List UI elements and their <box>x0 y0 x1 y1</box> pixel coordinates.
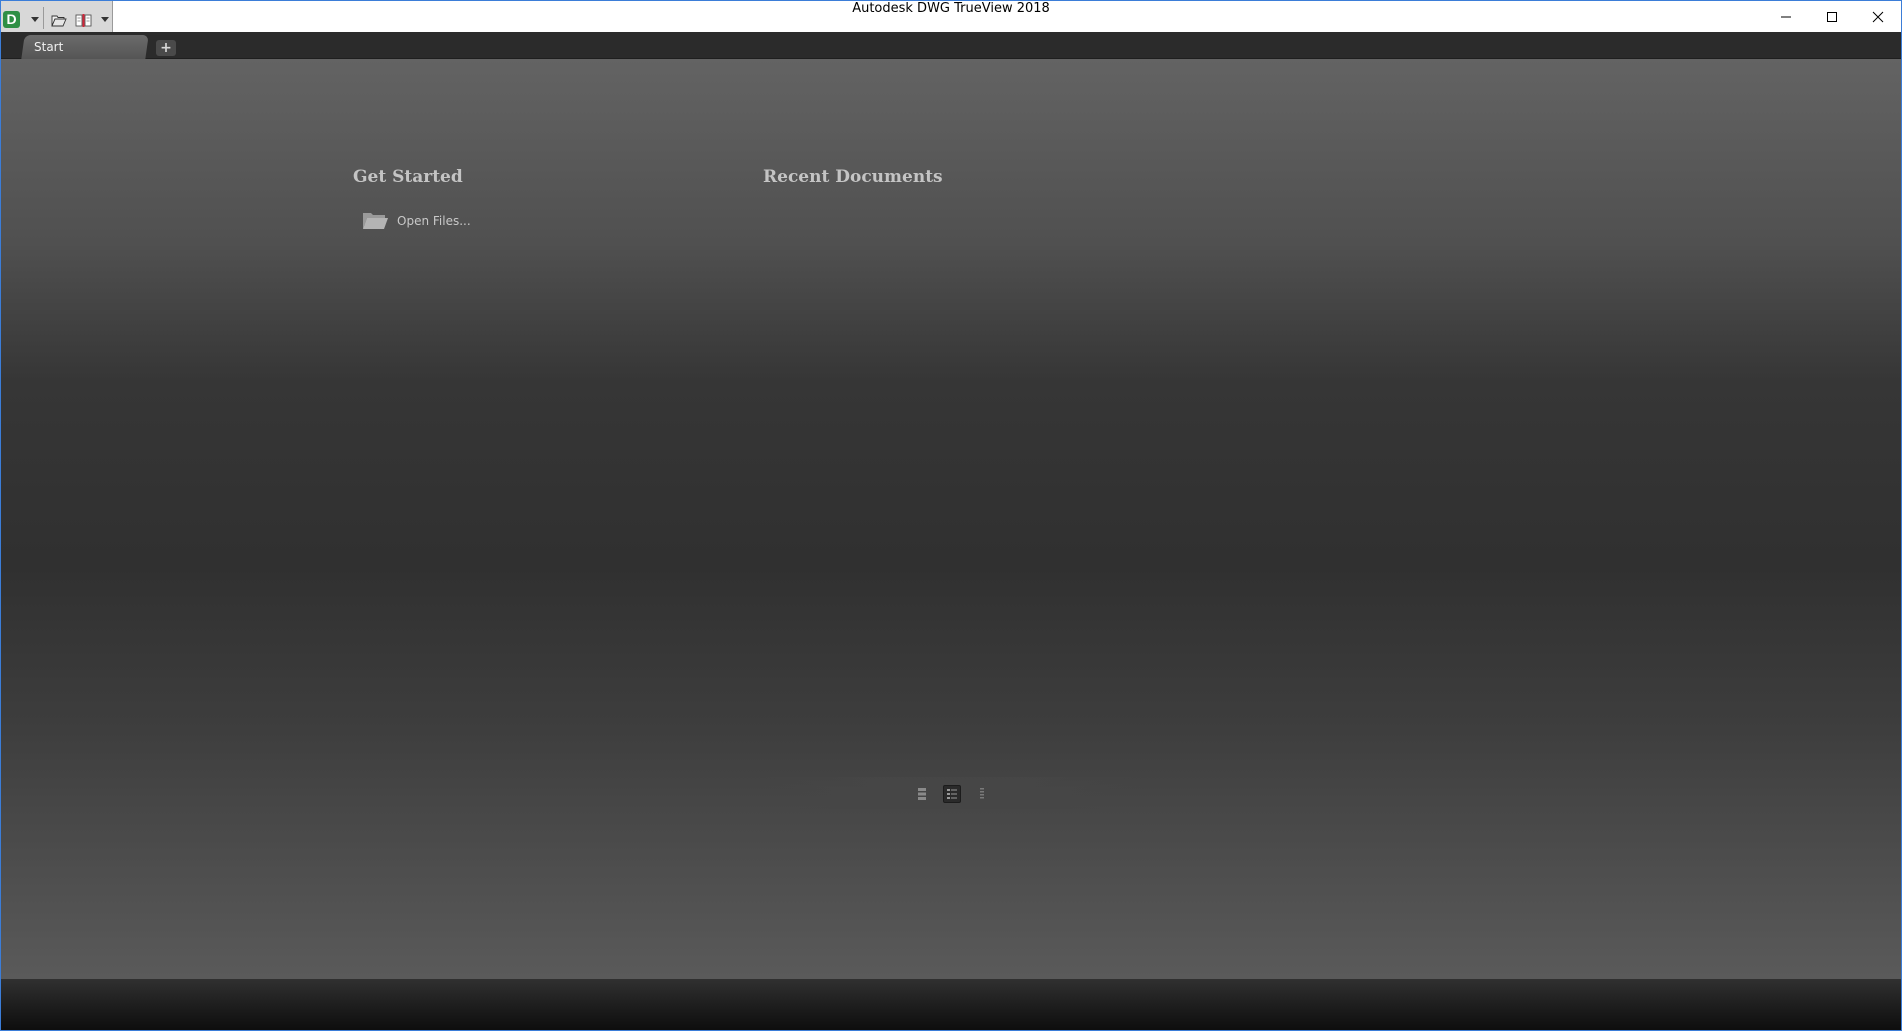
recent-view-options <box>761 777 1141 809</box>
maximize-icon <box>1827 11 1837 22</box>
minimize-button[interactable] <box>1763 1 1809 32</box>
close-icon <box>1872 11 1884 22</box>
maximize-button[interactable] <box>1809 1 1855 32</box>
large-icons-view-button[interactable] <box>913 785 931 803</box>
open-folder-icon[interactable] <box>51 14 67 27</box>
list-view-icon <box>947 789 957 799</box>
start-page: Get Started Open Files... Recent Documen… <box>1 59 1901 979</box>
window-title: Autodesk DWG TrueView 2018 <box>852 1 1050 16</box>
close-button[interactable] <box>1855 1 1901 32</box>
dropdown-arrow-icon[interactable] <box>31 17 39 22</box>
toolbar-separator <box>43 7 44 29</box>
app-menu-icon[interactable]: D <box>3 11 20 28</box>
large-icons-view-icon <box>918 788 926 800</box>
open-files-link[interactable]: Open Files... <box>361 209 471 233</box>
tab-start-label: Start <box>34 40 64 54</box>
list-view-button[interactable] <box>943 785 961 803</box>
application-window: D Autodesk DWG TrueView 2018 Start + Get… <box>0 0 1902 1031</box>
small-list-view-icon <box>980 788 984 799</box>
file-tab-bar: Start + <box>1 32 1901 59</box>
get-started-heading: Get Started <box>353 167 463 187</box>
folder-icon <box>363 213 388 229</box>
recent-documents-heading: Recent Documents <box>763 167 943 187</box>
dwg-compare-icon[interactable] <box>75 13 93 28</box>
title-bar: D Autodesk DWG TrueView 2018 <box>1 1 1901 32</box>
status-bar <box>1 979 1901 1030</box>
customize-arrow-icon[interactable] <box>101 17 109 22</box>
minimize-icon <box>1781 16 1791 17</box>
new-tab-button[interactable]: + <box>156 40 176 56</box>
open-files-label: Open Files... <box>397 214 471 228</box>
small-list-view-button[interactable] <box>973 785 991 803</box>
quick-access-toolbar: D <box>1 1 113 32</box>
